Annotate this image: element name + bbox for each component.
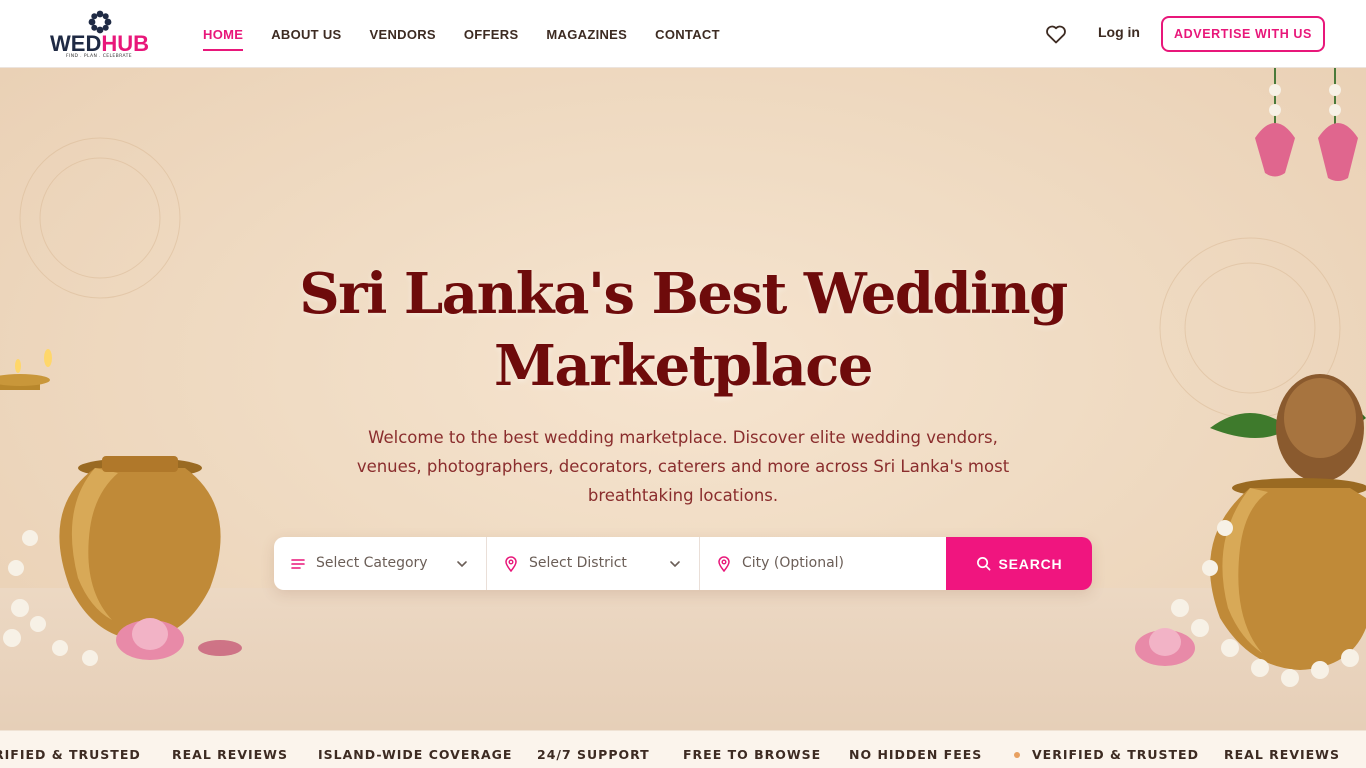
ticker-item: REAL REVIEWS [1224, 747, 1340, 762]
nav-contact[interactable]: CONTACT [655, 0, 720, 68]
nav-about-us[interactable]: ABOUT US [271, 0, 341, 68]
ticker-item: NO HIDDEN FEES [849, 747, 983, 762]
nav-home[interactable]: HOME [203, 0, 244, 68]
hero-section: Sri Lanka's Best Wedding Marketplace Wel… [0, 68, 1366, 730]
search-icon [976, 557, 990, 571]
category-select[interactable]: Select Category [274, 537, 487, 590]
main-nav: HOME ABOUT US VENDORS OFFERS MAGAZINES C… [203, 0, 748, 68]
district-select[interactable]: Select District [487, 537, 700, 590]
hero-subtitle: Welcome to the best wedding marketplace.… [356, 428, 1010, 505]
vendor-search-bar: Select Category Select District City (Op… [274, 537, 1092, 590]
logo-tagline: FIND . PLAN . CELEBRATE [66, 54, 132, 59]
list-icon [291, 559, 305, 569]
search-button[interactable]: SEARCH [946, 537, 1092, 590]
search-button-label: SEARCH [998, 555, 1063, 572]
logo-wordmark: WEDHUB [50, 31, 149, 56]
chevron-down-icon [457, 561, 467, 568]
site-header: WEDHUB FIND . PLAN . CELEBRATE HOME ABOU… [0, 0, 1366, 68]
city-input[interactable]: City (Optional) [700, 537, 946, 590]
ticker-item: REAL REVIEWS [172, 747, 288, 762]
map-pin-icon [505, 556, 517, 572]
features-ticker: RIFIED & TRUSTED REAL REVIEWS ISLAND-WID… [0, 730, 1366, 768]
category-select-text: Select Category [316, 555, 428, 571]
district-select-text: Select District [529, 555, 627, 571]
ticker-item: VERIFIED & TRUSTED [1032, 747, 1199, 762]
advertise-button[interactable]: ADVERTISE WITH US [1161, 16, 1325, 52]
wedhub-logo[interactable]: WEDHUB FIND . PLAN . CELEBRATE [48, 6, 152, 62]
chevron-down-icon [670, 561, 680, 568]
city-input-placeholder: City (Optional) [742, 555, 845, 571]
ticker-item: RIFIED & TRUSTED [0, 747, 141, 762]
ticker-item: ISLAND-WIDE COVERAGE [318, 747, 513, 762]
login-link[interactable]: Log in [1098, 24, 1140, 40]
ticker-item: 24/7 SUPPORT [537, 747, 650, 762]
nav-offers[interactable]: OFFERS [464, 0, 519, 68]
hero-title: Sri Lanka's Best Wedding Marketplace [299, 261, 1068, 399]
map-pin-icon [718, 556, 730, 572]
nav-magazines[interactable]: MAGAZINES [546, 0, 627, 68]
ticker-item: FREE TO BROWSE [683, 747, 822, 762]
ticker-separator-dot [1014, 752, 1020, 758]
nav-vendors[interactable]: VENDORS [370, 0, 436, 68]
heart-icon[interactable] [1044, 22, 1068, 46]
